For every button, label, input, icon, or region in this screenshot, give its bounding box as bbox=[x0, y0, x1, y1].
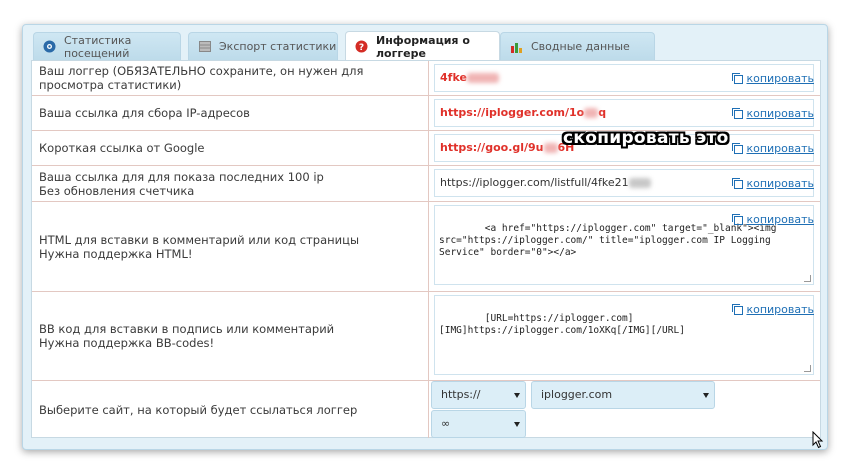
copy-ip-link[interactable]: копировать bbox=[732, 107, 814, 121]
column-divider bbox=[428, 202, 429, 291]
copy-icon bbox=[732, 303, 744, 315]
column-divider bbox=[428, 61, 429, 95]
resize-handle[interactable] bbox=[804, 365, 811, 372]
eye-icon bbox=[43, 40, 56, 53]
row-label: Ваш логгер (ОБЯЗАТЕЛЬНО сохраните, он ну… bbox=[39, 64, 364, 92]
table-icon bbox=[198, 40, 211, 53]
last-100-link-value: https://iplogger.com/listfull/4fke21 bbox=[440, 176, 629, 189]
mouse-cursor-icon bbox=[812, 431, 824, 449]
copy-bb-code[interactable]: копировать bbox=[732, 303, 814, 317]
ip-link-value-tail: q bbox=[598, 106, 607, 119]
ip-link-value: https://iplogger.com/1o bbox=[440, 106, 585, 119]
row-bb-code: BB код для вставки в подпись или коммент… bbox=[32, 292, 820, 381]
bb-code-text: [URL=https://iplogger.com] [IMG]https://… bbox=[439, 313, 685, 336]
row-ip-link: Ваша ссылка для сбора IP-адресов https:/… bbox=[32, 96, 820, 131]
redacted-blur bbox=[543, 143, 558, 153]
copy-google-link[interactable]: копировать bbox=[732, 142, 814, 156]
row-last-100-link: Ваша ссылка для для показа последних 100… bbox=[32, 166, 820, 202]
html-code-text: <a href="https://iplogger.com" target="_… bbox=[439, 223, 783, 258]
row-label: HTML для вставки в комментарий или код с… bbox=[39, 232, 360, 261]
chevron-down-icon bbox=[514, 422, 520, 427]
column-divider bbox=[428, 381, 429, 438]
row-label: Ваша ссылка для сбора IP-адресов bbox=[39, 106, 250, 120]
chevron-down-icon bbox=[703, 393, 709, 398]
extra-select[interactable]: ∞ bbox=[431, 410, 526, 438]
copy-icon bbox=[732, 177, 744, 189]
tab-visit-stats[interactable]: Статистика посещений bbox=[33, 32, 181, 60]
redacted-blur bbox=[628, 178, 651, 188]
copy-html-code[interactable]: копировать bbox=[732, 213, 814, 227]
row-html-code: HTML для вставки в комментарий или код с… bbox=[32, 202, 820, 292]
column-divider bbox=[428, 166, 429, 201]
tab-export-stats[interactable]: Экспорт статистики bbox=[188, 32, 338, 60]
row-logger-id: Ваш логгер (ОБЯЗАТЕЛЬНО сохраните, он ну… bbox=[32, 61, 820, 96]
redacted-blur bbox=[584, 108, 599, 118]
tab-summary-data[interactable]: Сводные данные bbox=[500, 32, 655, 60]
copy-icon bbox=[732, 72, 744, 84]
row-label: Выберите сайт, на который будет ссылатьс… bbox=[39, 402, 358, 417]
google-link-value: https://goo.gl/9u bbox=[440, 141, 544, 154]
logger-id-value: 4fke bbox=[440, 71, 467, 84]
question-icon: ? bbox=[355, 40, 368, 53]
copy-logger-id-link[interactable]: копировать bbox=[732, 72, 814, 86]
column-divider bbox=[428, 292, 429, 380]
row-label: BB код для вставки в подпись или коммент… bbox=[39, 322, 335, 350]
logger-info-panel: Статистика посещений Экспорт статистики … bbox=[22, 24, 828, 450]
annotation-overlay-text: скопировать это bbox=[563, 128, 729, 148]
copy-icon bbox=[732, 142, 744, 154]
domain-select[interactable]: iplogger.com bbox=[531, 381, 715, 409]
column-divider bbox=[428, 131, 429, 165]
row-site-select: Выберите сайт, на который будет ссылатьс… bbox=[32, 381, 820, 438]
copy-last-100-link[interactable]: копировать bbox=[732, 177, 814, 191]
svg-text:?: ? bbox=[359, 43, 364, 53]
tab-logger-info[interactable]: ? Информация о логгере bbox=[345, 31, 500, 61]
copy-icon bbox=[732, 213, 744, 225]
redacted-blur bbox=[466, 73, 499, 83]
tab-label: Сводные данные bbox=[531, 40, 630, 53]
tab-label: Экспорт статистики bbox=[219, 40, 337, 53]
chevron-down-icon bbox=[514, 393, 520, 398]
tab-label: Информация о логгере bbox=[376, 33, 470, 60]
protocol-select[interactable]: https:// bbox=[431, 381, 526, 409]
row-label: Короткая ссылка от Google bbox=[39, 141, 205, 155]
column-divider bbox=[428, 96, 429, 130]
tab-content: Ваш логгер (ОБЯЗАТЕЛЬНО сохраните, он ну… bbox=[31, 60, 821, 438]
copy-icon bbox=[732, 107, 744, 119]
row-label: Ваша ссылка для для показа последних 100… bbox=[39, 169, 324, 198]
tab-label: Статистика посещений bbox=[64, 33, 132, 60]
bar-chart-icon bbox=[510, 40, 523, 53]
resize-handle[interactable] bbox=[804, 275, 811, 282]
